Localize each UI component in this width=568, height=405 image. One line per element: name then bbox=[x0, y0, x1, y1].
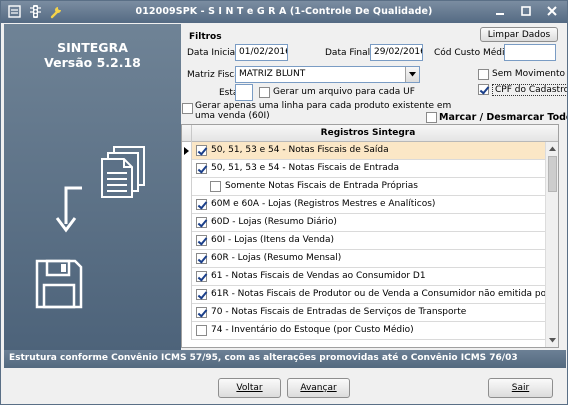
filters-section-title: Filtros bbox=[189, 32, 222, 42]
single-line-product-label: Gerar apenas uma linha para cada produto… bbox=[195, 101, 451, 121]
app-branding: SINTEGRA Versão 5.2.18 bbox=[4, 40, 181, 70]
single-line-product-checkbox[interactable] bbox=[182, 103, 193, 114]
title-bar: 012009SPK - S I N T e G R A (1-Controle … bbox=[1, 1, 567, 23]
floppy-disk-icon bbox=[35, 259, 83, 309]
select-all-label: Marcar / Desmarcar Todos bbox=[439, 112, 568, 123]
row-label: 74 - Inventário do Estoque (por Custo Mé… bbox=[211, 325, 414, 335]
row-checkbox[interactable] bbox=[196, 199, 207, 210]
row-label: 60R - Lojas (Resumo Mensal) bbox=[211, 253, 342, 263]
row-checkbox[interactable] bbox=[196, 253, 207, 264]
table-row[interactable]: 74 - Inventário do Estoque (por Custo Mé… bbox=[182, 322, 545, 340]
table-row[interactable]: 61R - Notas Fiscais de Produtor ou de Ve… bbox=[182, 286, 558, 304]
scroll-down-icon[interactable] bbox=[546, 334, 558, 347]
back-button-label: Voltar bbox=[236, 383, 263, 393]
row-checkbox[interactable] bbox=[210, 181, 221, 192]
documents-icon bbox=[101, 146, 145, 198]
tax-matrix-select[interactable]: MATRIZ BLUNT bbox=[235, 66, 420, 83]
no-movement-checkbox[interactable] bbox=[478, 69, 489, 80]
arrow-down-icon bbox=[55, 186, 82, 233]
exit-button[interactable]: Sair bbox=[488, 378, 553, 398]
back-button[interactable]: Voltar bbox=[218, 378, 281, 398]
row-indicator bbox=[182, 322, 192, 340]
grid-header: Registros Sintegra bbox=[182, 125, 558, 142]
row-label: 60D - Lojas (Resumo Diário) bbox=[211, 217, 337, 227]
table-row[interactable]: 60I - Lojas (Itens da Venda) bbox=[182, 232, 545, 250]
cpf-registry-checkbox[interactable] bbox=[478, 84, 489, 95]
main-window: 012009SPK - S I N T e G R A (1-Controle … bbox=[0, 0, 568, 405]
start-date-label: Data Inicial: bbox=[187, 48, 241, 58]
clear-data-button[interactable]: Limpar Dados bbox=[480, 27, 558, 42]
row-checkbox[interactable] bbox=[196, 145, 207, 156]
row-indicator bbox=[182, 268, 192, 286]
end-date-field[interactable]: 29/02/2016 bbox=[370, 44, 423, 61]
window-title: 012009SPK - S I N T e G R A (1-Controle … bbox=[135, 6, 433, 17]
row-indicator bbox=[182, 160, 192, 178]
row-checkbox[interactable] bbox=[196, 325, 207, 336]
table-row[interactable]: 60D - Lojas (Resumo Diário) bbox=[182, 214, 545, 232]
left-panel: SINTEGRA Versão 5.2.18 bbox=[4, 24, 181, 350]
maximize-icon[interactable] bbox=[519, 4, 533, 18]
row-checkbox[interactable] bbox=[196, 163, 207, 174]
app-name: SINTEGRA bbox=[57, 40, 128, 55]
row-checkbox[interactable] bbox=[196, 271, 207, 282]
single-line-product-label-line2: uma venda (60I) bbox=[195, 111, 270, 121]
row-label: Somente Notas Fiscais de Entrada Própria… bbox=[225, 181, 418, 191]
no-movement-label: Sem Movimento bbox=[492, 69, 566, 79]
bottom-bar: Voltar Avançar Sair bbox=[4, 368, 566, 404]
app-version: Versão 5.2.18 bbox=[44, 55, 141, 70]
table-row[interactable]: 61 - Notas Fiscais de Vendas ao Consumid… bbox=[182, 268, 545, 286]
vertical-scrollbar[interactable] bbox=[545, 142, 558, 347]
cpf-registry-label: CPF do Cadastro bbox=[492, 84, 567, 96]
row-label: 50, 51, 53 e 54 - Notas Fiscais de Saída bbox=[211, 145, 389, 155]
single-line-product-label-line1: Gerar apenas uma linha para cada produto… bbox=[195, 101, 452, 111]
table-row[interactable]: 50, 51, 53 e 54 - Notas Fiscais de Entra… bbox=[182, 160, 545, 178]
row-indicator bbox=[182, 214, 192, 232]
row-indicator bbox=[182, 286, 192, 304]
row-label: 60M e 60A - Lojas (Registros Mestres e A… bbox=[211, 199, 436, 209]
table-row[interactable]: Somente Notas Fiscais de Entrada Própria… bbox=[182, 178, 545, 196]
row-checkbox[interactable] bbox=[196, 217, 207, 228]
file-per-uf-label: Gerar um arquivo para cada UF bbox=[273, 87, 415, 97]
row-label: 61 - Notas Fiscais de Vendas ao Consumid… bbox=[211, 271, 426, 281]
end-date-label: Data Final: bbox=[325, 48, 374, 58]
row-label: 50, 51, 53 e 54 - Notas Fiscais de Entra… bbox=[211, 163, 400, 173]
next-button-label: Avançar bbox=[300, 383, 337, 393]
scroll-up-icon[interactable] bbox=[546, 142, 558, 155]
avg-cost-code-label: Cód Custo Médio: bbox=[434, 48, 513, 58]
filters-panel: Filtros Limpar Dados Data Inicial: 01/02… bbox=[181, 24, 568, 350]
avg-cost-code-field[interactable] bbox=[504, 44, 556, 61]
row-indicator bbox=[182, 142, 192, 160]
grid-header-corner bbox=[182, 125, 192, 142]
chevron-down-icon[interactable] bbox=[405, 67, 419, 82]
row-checkbox[interactable] bbox=[196, 235, 207, 246]
table-row[interactable]: 60M e 60A - Lojas (Registros Mestres e A… bbox=[182, 196, 545, 214]
grid-header-title: Registros Sintegra bbox=[320, 128, 416, 138]
row-indicator bbox=[182, 178, 192, 196]
start-date-field[interactable]: 01/02/2016 bbox=[235, 44, 288, 61]
row-indicator bbox=[182, 304, 192, 322]
close-icon[interactable] bbox=[545, 4, 559, 18]
row-checkbox[interactable] bbox=[196, 307, 207, 318]
status-bar: Estrutura conforme Convênio ICMS 57/95, … bbox=[4, 350, 566, 368]
minimize-icon[interactable] bbox=[493, 4, 507, 18]
table-row[interactable]: 70 - Notas Fiscais de Entradas de Serviç… bbox=[182, 304, 545, 322]
row-label: 61R - Notas Fiscais de Produtor ou de Ve… bbox=[211, 289, 559, 299]
table-row[interactable]: 60R - Lojas (Resumo Mensal) bbox=[182, 250, 545, 268]
row-indicator bbox=[182, 250, 192, 268]
tax-matrix-value: MATRIZ BLUNT bbox=[239, 69, 306, 79]
state-field[interactable] bbox=[235, 84, 253, 101]
table-row[interactable]: 50, 51, 53 e 54 - Notas Fiscais de Saída bbox=[182, 142, 545, 160]
scroll-thumb[interactable] bbox=[548, 156, 557, 192]
row-checkbox[interactable] bbox=[196, 289, 207, 300]
registros-grid: Registros Sintegra 50, 51, 53 e 54 - Not… bbox=[181, 124, 559, 348]
exit-button-label: Sair bbox=[511, 383, 530, 393]
next-button[interactable]: Avançar bbox=[287, 378, 350, 398]
file-per-uf-checkbox[interactable] bbox=[259, 87, 270, 98]
row-label: 70 - Notas Fiscais de Entradas de Serviç… bbox=[211, 307, 467, 317]
row-label: 60I - Lojas (Itens da Venda) bbox=[211, 235, 335, 245]
select-all-checkbox[interactable] bbox=[426, 112, 437, 123]
row-indicator bbox=[182, 232, 192, 250]
current-row-arrow-icon bbox=[184, 147, 189, 155]
row-indicator bbox=[182, 196, 192, 214]
